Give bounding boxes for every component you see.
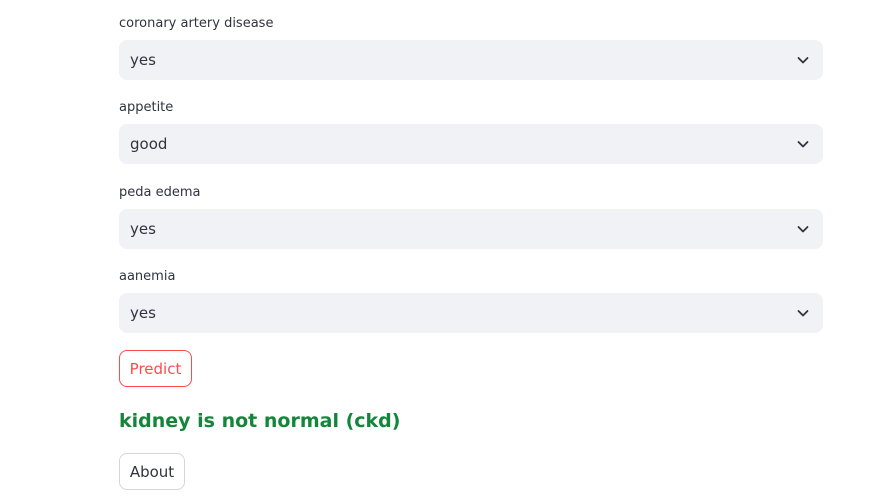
field-aanemia: aanemia yes: [119, 269, 823, 333]
about-button[interactable]: About: [119, 453, 185, 490]
field-label: aanemia: [119, 269, 176, 284]
select-value: yes: [130, 304, 156, 322]
select-value: yes: [130, 220, 156, 238]
select-value: good: [130, 135, 168, 153]
chevron-down-icon: [797, 141, 809, 148]
prediction-result: kidney is not normal (ckd): [119, 410, 401, 432]
aanemia-select[interactable]: yes: [119, 293, 823, 333]
chevron-down-icon: [797, 57, 809, 64]
appetite-select[interactable]: good: [119, 124, 823, 164]
predict-button[interactable]: Predict: [119, 350, 192, 387]
chevron-down-icon: [797, 310, 809, 317]
field-label: peda edema: [119, 185, 201, 200]
coronary-artery-disease-select[interactable]: yes: [119, 40, 823, 80]
field-coronary-artery-disease: coronary artery disease yes: [119, 16, 823, 80]
app-main: coronary artery disease yes appetite goo…: [0, 0, 874, 501]
field-appetite: appetite good: [119, 100, 823, 164]
field-label: appetite: [119, 100, 174, 115]
field-peda-edema: peda edema yes: [119, 185, 823, 249]
peda-edema-select[interactable]: yes: [119, 209, 823, 249]
chevron-down-icon: [797, 226, 809, 233]
field-label: coronary artery disease: [119, 16, 274, 31]
select-value: yes: [130, 51, 156, 69]
